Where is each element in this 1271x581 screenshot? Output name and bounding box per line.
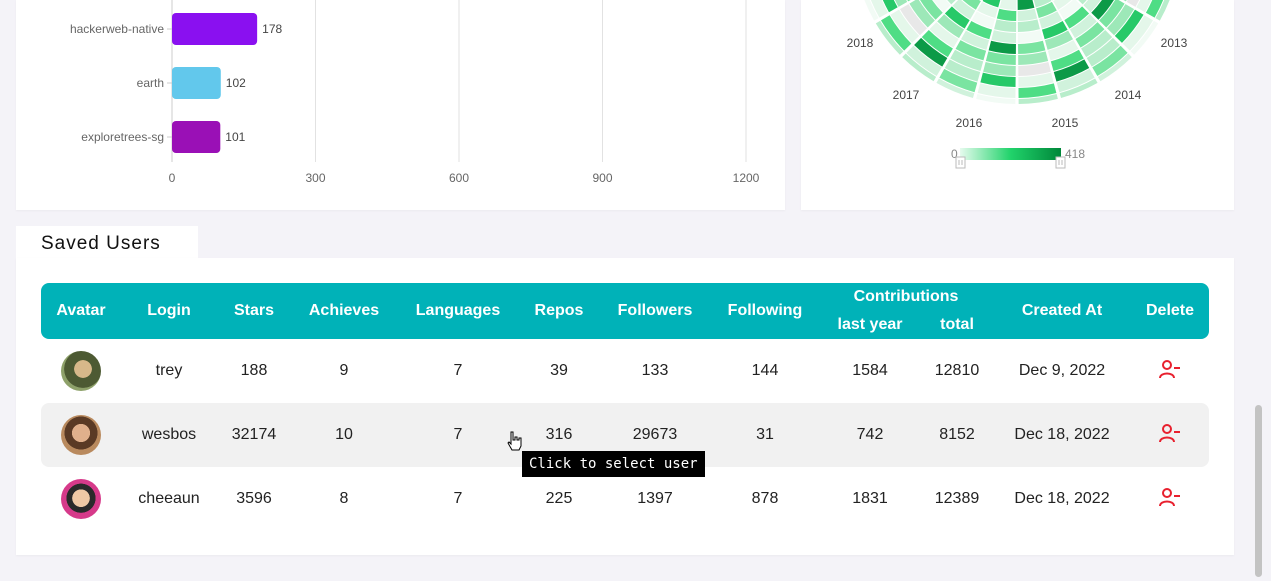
x-tick-label: 600 [449,171,469,185]
color-scale-max-handle[interactable] [1055,156,1066,169]
user-minus-icon [1159,487,1180,506]
user-contrib-total: 12810 [934,362,980,379]
user-contrib-total: 8152 [921,403,993,467]
user-created-at: Dec 18, 2022 [993,403,1131,467]
bar[interactable] [172,121,221,153]
user-stars: 3596 [236,490,272,507]
user-achieves: 9 [339,362,349,379]
user-following: 144 [751,362,779,379]
user-stars: 32174 [217,403,291,467]
contribution-radial-chart-card: 2018 2013 2017 2014 2016 2015 0 418 [801,0,1234,210]
hand-pointer-cursor-icon [507,431,522,451]
user-minus-icon [1159,359,1180,378]
heatmap-cell[interactable] [1017,30,1043,43]
header-delete: Delete [1131,283,1209,339]
bar[interactable] [172,67,221,99]
category-label: earth [137,76,164,90]
header-followers: Followers [599,283,711,339]
delete-user-button[interactable] [1159,487,1181,512]
year-label-2014: 2014 [1115,88,1142,102]
repo-stars-bar-chart: 0 300 600 900 1200 hackerweb-native 178 earth 10… [70,0,760,185]
select-user-tooltip: Click to select user [522,451,705,477]
user-minus-icon [1159,423,1180,442]
saved-users-panel: Avatar Login Stars Achieves Languages Re… [16,258,1234,555]
year-label-2016: 2016 [956,116,983,130]
user-languages: 7 [397,403,519,467]
header-last-year: last year [819,311,921,339]
user-contrib-last-year: 742 [819,403,921,467]
delete-user-button[interactable] [1159,423,1181,448]
color-scale-max-label: 418 [1065,147,1085,161]
user-row-trey[interactable]: trey 188 9 7 39 133 144 1584 12810 Dec 9… [41,339,1209,403]
x-tick-label: 0 [169,171,176,185]
avatar [61,351,101,391]
color-scale-bar [960,148,1061,160]
user-login: trey [155,362,183,379]
saved-users-table: Avatar Login Stars Achieves Languages Re… [41,283,1209,531]
avatar [61,415,101,455]
user-contrib-last-year: 1584 [852,362,888,379]
bar-value-label: 102 [226,76,246,90]
heatmap-cell[interactable] [999,0,1017,10]
user-followers: 133 [641,362,669,379]
avatar [61,479,101,519]
year-label-2013: 2013 [1161,36,1188,50]
user-following: 878 [751,490,779,507]
header-contributions: Contributions [819,283,993,311]
user-login: cheeaun [138,490,200,507]
bar-value-label: 101 [225,130,245,144]
heatmap-cell[interactable] [1017,8,1038,21]
user-created-at: Dec 18, 2022 [1014,490,1110,507]
header-repos: Repos [519,283,599,339]
header-avatar: Avatar [41,283,121,339]
bar[interactable] [172,13,258,45]
heatmap-cell[interactable] [996,8,1017,21]
saved-users-title: Saved Users [41,233,161,254]
user-created-at: Dec 9, 2022 [1018,362,1106,379]
year-label-2015: 2015 [1052,116,1079,130]
user-contrib-total: 12389 [934,490,980,507]
header-stars: Stars [217,283,291,339]
contribution-radial-chart: 2018 2013 2017 2014 2016 2015 0 418 [847,0,1188,169]
year-label-2017: 2017 [893,88,920,102]
header-created-at: Created At [993,283,1131,339]
saved-users-tab: Saved Users [16,226,198,258]
heatmap-cell[interactable] [1017,19,1040,32]
user-stars: 188 [240,362,268,379]
category-label: hackerweb-native [70,22,164,36]
x-tick-label: 1200 [733,171,760,185]
color-scale-min-handle[interactable] [955,156,966,169]
header-following: Following [711,283,819,339]
repo-stars-bar-chart-card: 0 300 600 900 1200 hackerweb-native 178 earth 10… [16,0,785,210]
heatmap-cell[interactable] [1017,0,1035,10]
user-following: 31 [711,403,819,467]
delete-user-button[interactable] [1159,359,1181,384]
bar-value-label: 178 [262,22,282,36]
x-tick-label: 300 [305,171,325,185]
x-tick-label: 900 [592,171,612,185]
header-achieves: Achieves [291,283,397,339]
heatmap-cell[interactable] [994,19,1017,32]
year-label-2018: 2018 [847,36,874,50]
category-label: exploretrees-sg [81,130,164,144]
page-scrollbar-thumb[interactable] [1255,405,1262,577]
user-achieves: 10 [291,403,397,467]
user-contrib-last-year: 1831 [852,490,888,507]
user-languages: 7 [453,490,463,507]
user-languages: 7 [453,362,463,379]
heatmap-cell[interactable] [991,30,1017,43]
user-repos: 39 [550,362,568,379]
header-login: Login [121,283,217,339]
header-total: total [921,311,993,339]
user-achieves: 8 [339,490,349,507]
user-login: wesbos [121,403,217,467]
header-languages: Languages [397,283,519,339]
